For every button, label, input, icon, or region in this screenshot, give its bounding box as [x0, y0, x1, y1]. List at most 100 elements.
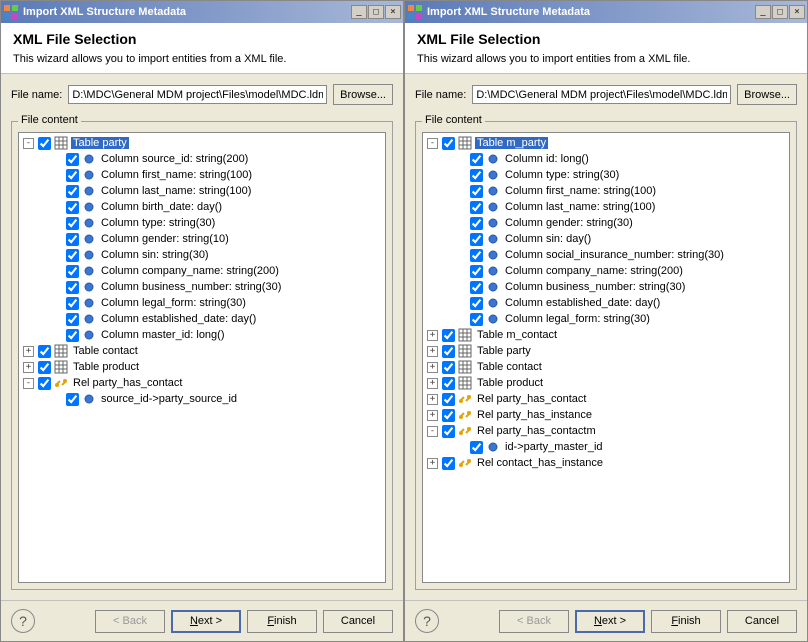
- tree-checkbox[interactable]: [470, 153, 483, 166]
- next-button[interactable]: Next >: [171, 610, 241, 633]
- tree-node-column[interactable]: Column established_date: day(): [21, 311, 383, 327]
- tree-checkbox[interactable]: [38, 361, 51, 374]
- tree-node-relchild[interactable]: source_id->party_source_id: [21, 391, 383, 407]
- tree-checkbox[interactable]: [38, 345, 51, 358]
- tree-checkbox[interactable]: [470, 281, 483, 294]
- tree-checkbox[interactable]: [470, 185, 483, 198]
- tree-node-tbl[interactable]: +Table product: [21, 359, 383, 375]
- tree-checkbox[interactable]: [470, 313, 483, 326]
- tree-node-root[interactable]: -Table m_party: [425, 135, 787, 151]
- tree-checkbox[interactable]: [442, 409, 455, 422]
- tree-checkbox[interactable]: [66, 169, 79, 182]
- close-button[interactable]: ×: [385, 5, 401, 19]
- tree-checkbox[interactable]: [442, 393, 455, 406]
- tree-checkbox[interactable]: [442, 457, 455, 470]
- tree-node-rel[interactable]: +Rel contact_has_instance: [425, 455, 787, 471]
- help-button[interactable]: ?: [415, 609, 439, 633]
- tree-node-rel[interactable]: +Rel party_has_contact: [425, 391, 787, 407]
- tree-node-column[interactable]: Column business_number: string(30): [425, 279, 787, 295]
- tree-node-column[interactable]: Column first_name: string(100): [21, 167, 383, 183]
- tree-toggle[interactable]: +: [427, 458, 438, 469]
- tree-node-rel[interactable]: -Rel party_has_contactm: [425, 423, 787, 439]
- tree-checkbox[interactable]: [442, 137, 455, 150]
- browse-button[interactable]: Browse...: [737, 84, 797, 105]
- tree-checkbox[interactable]: [470, 217, 483, 230]
- tree-node-root[interactable]: -Table party: [21, 135, 383, 151]
- minimize-button[interactable]: _: [755, 5, 771, 19]
- tree-node-column[interactable]: Column sin: day(): [425, 231, 787, 247]
- tree-node-column[interactable]: Column legal_form: string(30): [21, 295, 383, 311]
- tree-toggle[interactable]: -: [23, 138, 34, 149]
- tree-toggle[interactable]: +: [427, 394, 438, 405]
- tree-checkbox[interactable]: [66, 265, 79, 278]
- tree-node-tbl[interactable]: +Table contact: [21, 343, 383, 359]
- tree-node-tbl[interactable]: +Table contact: [425, 359, 787, 375]
- tree-checkbox[interactable]: [442, 329, 455, 342]
- tree-node-column[interactable]: Column last_name: string(100): [425, 199, 787, 215]
- tree-node-tbl[interactable]: +Table product: [425, 375, 787, 391]
- tree-toggle[interactable]: +: [23, 362, 34, 373]
- tree-toggle[interactable]: +: [427, 346, 438, 357]
- tree-checkbox[interactable]: [66, 201, 79, 214]
- tree-checkbox[interactable]: [66, 217, 79, 230]
- tree-checkbox[interactable]: [66, 281, 79, 294]
- tree-node-column[interactable]: Column company_name: string(200): [425, 263, 787, 279]
- tree-view[interactable]: -Table m_partyColumn id: long()Column ty…: [422, 132, 790, 583]
- tree-node-column[interactable]: Column company_name: string(200): [21, 263, 383, 279]
- tree-checkbox[interactable]: [66, 249, 79, 262]
- tree-node-column[interactable]: Column master_id: long(): [21, 327, 383, 343]
- tree-checkbox[interactable]: [442, 377, 455, 390]
- tree-checkbox[interactable]: [470, 249, 483, 262]
- tree-node-column[interactable]: Column sin: string(30): [21, 247, 383, 263]
- tree-node-column[interactable]: Column first_name: string(100): [425, 183, 787, 199]
- tree-node-column[interactable]: Column business_number: string(30): [21, 279, 383, 295]
- tree-node-column[interactable]: Column legal_form: string(30): [425, 311, 787, 327]
- tree-checkbox[interactable]: [470, 441, 483, 454]
- cancel-button[interactable]: Cancel: [323, 610, 393, 633]
- tree-checkbox[interactable]: [66, 233, 79, 246]
- tree-node-rel[interactable]: +Rel party_has_instance: [425, 407, 787, 423]
- tree-checkbox[interactable]: [66, 393, 79, 406]
- cancel-button[interactable]: Cancel: [727, 610, 797, 633]
- help-button[interactable]: ?: [11, 609, 35, 633]
- tree-node-column[interactable]: Column social_insurance_number: string(3…: [425, 247, 787, 263]
- tree-checkbox[interactable]: [442, 361, 455, 374]
- tree-toggle[interactable]: +: [427, 330, 438, 341]
- tree-checkbox[interactable]: [66, 329, 79, 342]
- next-button[interactable]: Next >: [575, 610, 645, 633]
- tree-toggle[interactable]: +: [427, 362, 438, 373]
- tree-checkbox[interactable]: [470, 297, 483, 310]
- tree-checkbox[interactable]: [38, 137, 51, 150]
- tree-node-tbl[interactable]: +Table m_contact: [425, 327, 787, 343]
- tree-node-column[interactable]: Column id: long(): [425, 151, 787, 167]
- tree-checkbox[interactable]: [442, 425, 455, 438]
- tree-checkbox[interactable]: [470, 169, 483, 182]
- tree-checkbox[interactable]: [470, 265, 483, 278]
- tree-checkbox[interactable]: [66, 153, 79, 166]
- finish-button[interactable]: Finish: [247, 610, 317, 633]
- tree-checkbox[interactable]: [66, 185, 79, 198]
- tree-node-column[interactable]: Column birth_date: day(): [21, 199, 383, 215]
- tree-node-column[interactable]: Column type: string(30): [425, 167, 787, 183]
- tree-checkbox[interactable]: [66, 297, 79, 310]
- tree-toggle[interactable]: +: [23, 346, 34, 357]
- tree-checkbox[interactable]: [38, 377, 51, 390]
- close-button[interactable]: ×: [789, 5, 805, 19]
- tree-node-column[interactable]: Column type: string(30): [21, 215, 383, 231]
- tree-node-relchild[interactable]: id->party_master_id: [425, 439, 787, 455]
- tree-node-rel[interactable]: -Rel party_has_contact: [21, 375, 383, 391]
- tree-toggle[interactable]: -: [427, 426, 438, 437]
- tree-node-column[interactable]: Column last_name: string(100): [21, 183, 383, 199]
- maximize-button[interactable]: □: [368, 5, 384, 19]
- tree-view[interactable]: -Table partyColumn source_id: string(200…: [18, 132, 386, 583]
- tree-toggle[interactable]: +: [427, 378, 438, 389]
- file-input[interactable]: [68, 85, 327, 104]
- tree-toggle[interactable]: -: [427, 138, 438, 149]
- finish-button[interactable]: Finish: [651, 610, 721, 633]
- browse-button[interactable]: Browse...: [333, 84, 393, 105]
- tree-checkbox[interactable]: [442, 345, 455, 358]
- maximize-button[interactable]: □: [772, 5, 788, 19]
- file-input[interactable]: [472, 85, 731, 104]
- tree-node-tbl[interactable]: +Table party: [425, 343, 787, 359]
- tree-checkbox[interactable]: [470, 233, 483, 246]
